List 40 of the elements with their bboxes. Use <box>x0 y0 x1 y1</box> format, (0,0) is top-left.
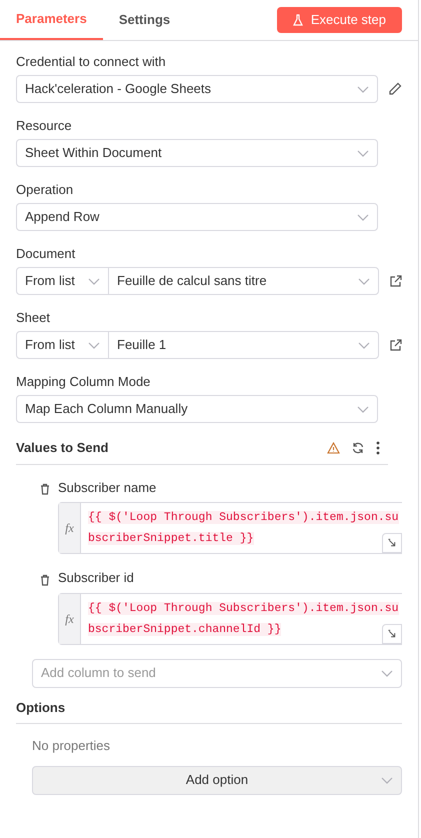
expand-icon[interactable] <box>382 624 402 644</box>
field-label: Sheet <box>16 310 51 326</box>
section-title: Values to Send <box>16 439 108 457</box>
tab[interactable]: Settings <box>102 0 186 40</box>
refresh-icon[interactable] <box>352 442 364 454</box>
field-label: Operation <box>16 182 74 198</box>
field-label: Credential to connect with <box>16 54 167 70</box>
chevron-down-icon <box>357 86 369 92</box>
fx-label: fx <box>59 594 81 644</box>
expression-field[interactable]: fx {{ $('Loop Through Subscribers').item.json.subscriberSnippet.title }} <box>58 502 402 554</box>
external-link-icon[interactable] <box>389 274 402 288</box>
select-field[interactable]: Map Each Column Manually <box>16 395 378 423</box>
more-options-icon[interactable] <box>376 440 380 455</box>
flask-icon <box>292 14 303 26</box>
expression-text: {{ $('Loop Through Subscribers').item.json.subscriberSnippet.title }} <box>87 510 400 547</box>
pencil-icon[interactable] <box>388 82 402 96</box>
chevron-down-icon <box>357 150 369 156</box>
trash-icon[interactable] <box>40 574 50 586</box>
external-link-icon[interactable] <box>389 338 402 352</box>
chevron-down-icon <box>381 670 393 676</box>
expand-icon[interactable] <box>382 533 402 553</box>
warning-icon <box>327 442 340 454</box>
field-label: Document <box>16 246 76 262</box>
expression-field[interactable]: fx {{ $('Loop Through Subscribers').item.json.subscriberSnippet.channelId }} <box>58 592 402 644</box>
chevron-down-icon <box>357 406 369 412</box>
section-title: Options <box>16 698 402 724</box>
select-field[interactable]: Sheet Within Document <box>16 139 378 167</box>
chevron-down-icon <box>357 214 369 220</box>
chevron-down-icon <box>381 776 393 784</box>
select-field[interactable]: Append Row <box>16 203 378 231</box>
add-option-button[interactable]: Add option <box>32 766 402 794</box>
trash-icon[interactable] <box>40 483 50 496</box>
field-label: Resource <box>16 118 73 134</box>
column-label: Subscriber id <box>58 569 134 587</box>
expression-text: {{ $('Loop Through Subscribers').item.json.subscriberSnippet.channelId }} <box>87 600 400 638</box>
column-label: Subscriber name <box>58 478 156 496</box>
select-field[interactable]: Hack'celeration - Google Sheets <box>16 75 378 103</box>
fx-label: fx <box>59 503 81 553</box>
empty-text: No properties <box>32 737 112 755</box>
field-label: Mapping Column Mode <box>16 374 152 390</box>
